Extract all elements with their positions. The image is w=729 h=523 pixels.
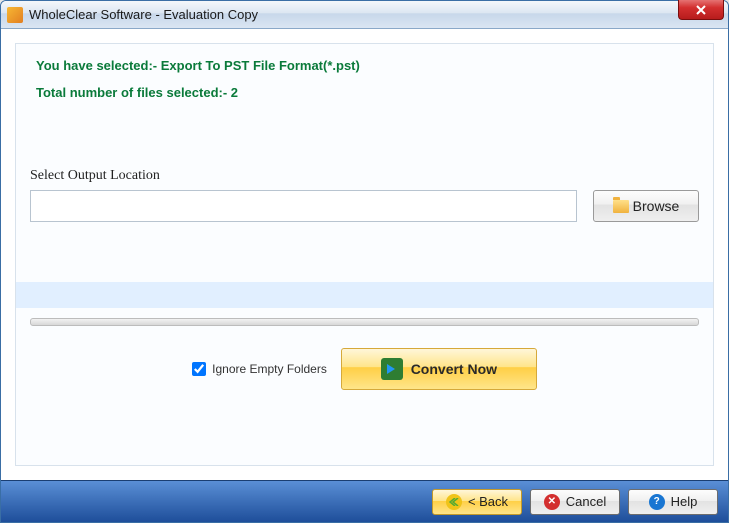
- inner-panel: You have selected:- Export To PST File F…: [15, 43, 714, 466]
- footer-bar: < Back ✕ Cancel ? Help: [1, 480, 728, 522]
- content-area: You have selected:- Export To PST File F…: [1, 29, 728, 480]
- window-title: WholeClear Software - Evaluation Copy: [29, 7, 258, 22]
- output-row: Browse: [30, 190, 699, 222]
- titlebar: WholeClear Software - Evaluation Copy: [1, 1, 728, 29]
- browse-button-label: Browse: [633, 198, 680, 214]
- help-icon: ?: [649, 494, 665, 510]
- separator-strip: [16, 282, 713, 308]
- output-location-input[interactable]: [30, 190, 577, 222]
- output-location-label: Select Output Location: [30, 168, 699, 184]
- convert-row: Ignore Empty Folders Convert Now: [30, 348, 699, 390]
- ignore-empty-checkbox[interactable]: [192, 362, 206, 376]
- close-icon: [695, 5, 707, 15]
- help-button-label: Help: [671, 494, 698, 509]
- app-window: WholeClear Software - Evaluation Copy Yo…: [0, 0, 729, 523]
- app-icon: [7, 7, 23, 23]
- folder-icon: [613, 200, 629, 213]
- file-count-text: Total number of files selected:- 2: [36, 85, 699, 100]
- ignore-empty-checkbox-wrap[interactable]: Ignore Empty Folders: [192, 362, 327, 376]
- help-button[interactable]: ? Help: [628, 489, 718, 515]
- progress-placeholder: [30, 318, 699, 326]
- convert-now-label: Convert Now: [411, 361, 497, 377]
- back-button[interactable]: < Back: [432, 489, 522, 515]
- convert-icon: [381, 358, 403, 380]
- back-icon: [446, 494, 462, 510]
- selected-format-text: You have selected:- Export To PST File F…: [36, 58, 699, 73]
- browse-button[interactable]: Browse: [593, 190, 699, 222]
- close-button[interactable]: [678, 0, 724, 20]
- ignore-empty-label: Ignore Empty Folders: [212, 362, 327, 376]
- cancel-button-label: Cancel: [566, 494, 606, 509]
- convert-now-button[interactable]: Convert Now: [341, 348, 537, 390]
- cancel-button[interactable]: ✕ Cancel: [530, 489, 620, 515]
- back-button-label: < Back: [468, 494, 508, 509]
- cancel-icon: ✕: [544, 494, 560, 510]
